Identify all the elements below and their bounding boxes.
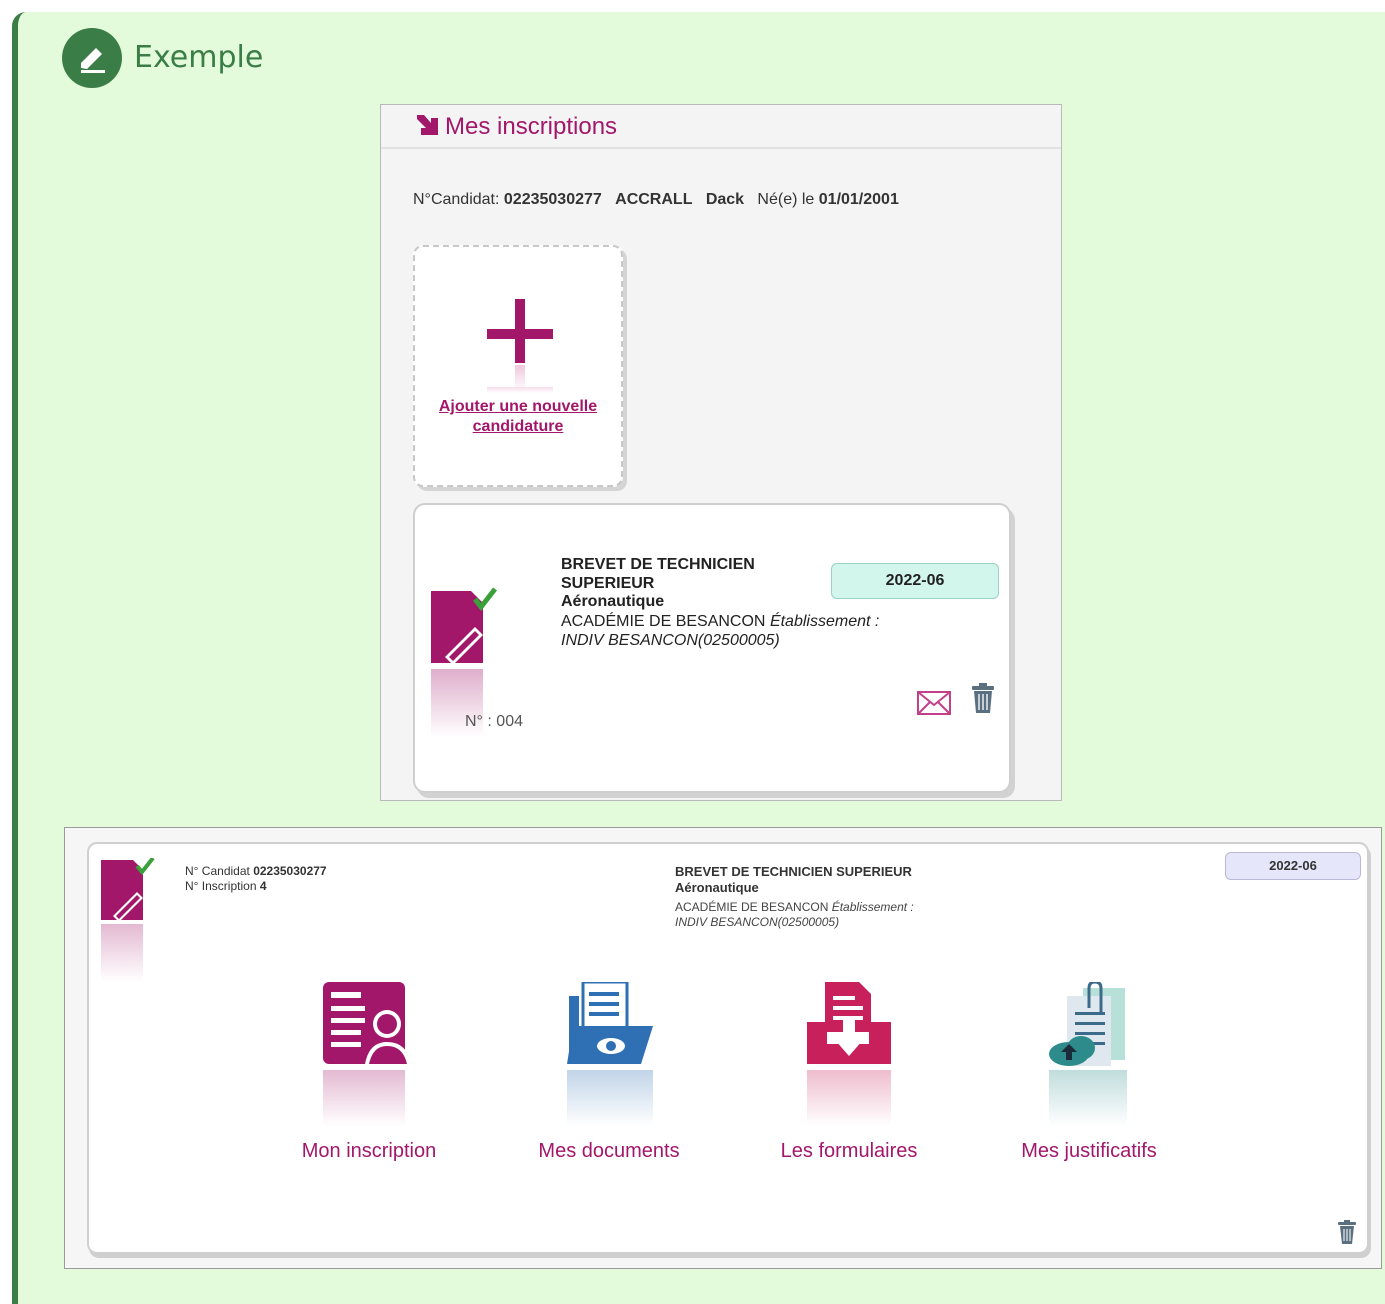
clip-upload-icon bbox=[1049, 982, 1127, 1126]
etab-value: INDIV BESANCON(02500005) bbox=[561, 632, 780, 649]
detail-title: BREVET DE TECHNICIEN SUPERIEUR Aéronauti… bbox=[675, 864, 912, 896]
trash-icon[interactable] bbox=[1337, 1220, 1357, 1244]
detail-academy: ACADÉMIE DE BESANCON Établissement : IND… bbox=[675, 900, 914, 930]
tile-label[interactable]: Mes documents bbox=[509, 1140, 709, 1163]
callout-title: Exemple bbox=[134, 40, 264, 75]
add-link-line1: Ajouter une nouvelle bbox=[438, 398, 598, 415]
user-form-icon bbox=[323, 982, 411, 1126]
inscriptions-panel: Mes inscriptions N°Candidat: 02235030277… bbox=[380, 104, 1062, 801]
diploma-title: BREVET DE TECHNICIEN SUPERIEUR bbox=[675, 864, 912, 879]
panel-title: Mes inscriptions bbox=[445, 113, 618, 140]
inscription-label: N° Inscription bbox=[185, 879, 257, 893]
tile-mon-inscription[interactable]: Mon inscription bbox=[269, 982, 469, 1172]
candidate-info: N°Candidat: 02235030277 ACCRALL Dack Né(… bbox=[413, 191, 899, 209]
form-download-icon bbox=[807, 982, 891, 1126]
birth-date: 01/01/2001 bbox=[818, 191, 899, 208]
candidate-last-name: ACCRALL bbox=[615, 191, 693, 208]
diploma-specialty: Aéronautique bbox=[675, 880, 759, 895]
application-number: N° : 004 bbox=[465, 713, 523, 730]
detail-card: N° Candidat 02235030277 N° Inscription 4… bbox=[87, 842, 1369, 1254]
candidate-number: 02235030277 bbox=[253, 864, 327, 878]
birth-label: Né(e) le bbox=[757, 191, 815, 208]
panel-header: Mes inscriptions bbox=[381, 105, 1061, 149]
tile-label[interactable]: Mes justificatifs bbox=[989, 1140, 1189, 1163]
inscription-number: 4 bbox=[259, 879, 267, 893]
candidate-first-name: Dack bbox=[705, 191, 745, 208]
trash-icon[interactable] bbox=[971, 683, 995, 713]
etab-label: Établissement : bbox=[831, 900, 914, 914]
mail-icon[interactable] bbox=[917, 691, 951, 715]
tile-les-formulaires[interactable]: Les formulaires bbox=[749, 982, 949, 1172]
candidate-label: N° Candidat bbox=[185, 864, 250, 878]
application-academy: ACADÉMIE DE BESANCON Établissement : IND… bbox=[561, 612, 921, 650]
title-line2: SUPERIEUR bbox=[561, 575, 655, 592]
application-title: BREVET DE TECHNICIEN SUPERIEUR bbox=[561, 555, 791, 593]
session-badge: 2022-06 bbox=[1225, 852, 1361, 880]
application-detail-panel: N° Candidat 02235030277 N° Inscription 4… bbox=[64, 827, 1382, 1269]
edit-icon bbox=[62, 28, 122, 88]
detail-candidate-info: N° Candidat 02235030277 N° Inscription 4 bbox=[185, 864, 327, 894]
candidate-number: 02235030277 bbox=[503, 191, 602, 208]
folder-eye-icon bbox=[567, 982, 653, 1126]
candidate-label: N°Candidat: bbox=[413, 191, 500, 208]
add-application-card[interactable]: Ajouter une nouvelle candidature bbox=[413, 245, 623, 487]
tile-mes-justificatifs[interactable]: Mes justificatifs bbox=[989, 982, 1189, 1172]
tile-label[interactable]: Mon inscription bbox=[269, 1140, 469, 1163]
tile-label[interactable]: Les formulaires bbox=[749, 1140, 949, 1163]
add-application-link[interactable]: Ajouter une nouvelle candidature bbox=[415, 397, 621, 437]
arrow-down-right-icon bbox=[417, 115, 438, 135]
tile-mes-documents[interactable]: Mes documents bbox=[509, 982, 709, 1172]
plus-icon-bar bbox=[487, 329, 553, 339]
etab-label: Établissement : bbox=[769, 613, 880, 630]
etab-value: INDIV BESANCON(02500005) bbox=[675, 915, 840, 929]
application-card[interactable]: BREVET DE TECHNICIEN SUPERIEUR Aéronauti… bbox=[413, 503, 1011, 793]
certificate-edit-icon bbox=[101, 858, 155, 982]
session-badge: 2022-06 bbox=[831, 563, 999, 599]
application-specialty: Aéronautique bbox=[561, 593, 665, 610]
plus-reflection-bar bbox=[487, 387, 553, 393]
title-line1: BREVET DE TECHNICIEN bbox=[561, 556, 755, 573]
academy-name: ACADÉMIE DE BESANCON bbox=[675, 900, 829, 914]
add-link-line2: candidature bbox=[472, 418, 564, 435]
academy-name: ACADÉMIE DE BESANCON bbox=[561, 613, 766, 630]
